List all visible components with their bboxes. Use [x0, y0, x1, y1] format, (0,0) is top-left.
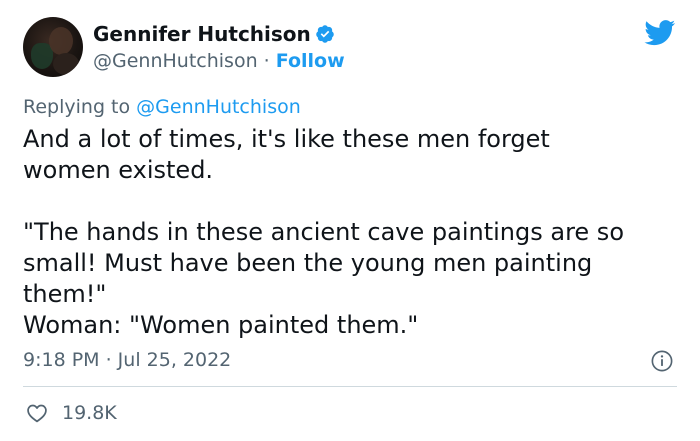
tweet-line: And a lot of times, it's like these men … — [23, 125, 550, 153]
tweet-card: Gennifer Hutchison @GennHutchison · Foll… — [0, 0, 700, 441]
tweet-line: "The hands in these ancient cave paintin… — [23, 218, 624, 246]
tweet-line: Woman: "Women painted them." — [23, 311, 419, 339]
tweet-text: And a lot of times, it's like these men … — [23, 124, 673, 341]
tweet-line: small! Must have been the young men pain… — [23, 249, 593, 277]
author-handle[interactable]: @GennHutchison — [93, 50, 258, 72]
author-name-row: Gennifer Hutchison — [93, 22, 335, 46]
follow-button[interactable]: Follow — [276, 50, 345, 72]
avatar[interactable] — [23, 17, 83, 77]
verified-badge-icon — [316, 25, 334, 43]
tweet-line: them!" — [23, 280, 107, 308]
tweet-timestamp[interactable]: 9:18 PM · Jul 25, 2022 — [23, 349, 231, 371]
replying-to-line: Replying to @GennHutchison — [23, 96, 301, 118]
info-icon[interactable] — [651, 350, 673, 372]
replying-to-prefix: Replying to — [23, 96, 137, 118]
like-action[interactable]: 19.8K — [26, 402, 117, 424]
tweet-line: women existed. — [23, 156, 214, 184]
like-count: 19.8K — [62, 402, 117, 424]
tweet-line-blank — [23, 186, 673, 217]
replying-to-handle[interactable]: @GennHutchison — [136, 96, 301, 118]
author-handle-row: @GennHutchison · Follow — [93, 50, 345, 72]
divider — [23, 386, 677, 387]
handle-separator: · — [257, 50, 276, 72]
heart-icon[interactable] — [26, 403, 48, 423]
twitter-bird-icon[interactable] — [644, 20, 676, 46]
author-display-name[interactable]: Gennifer Hutchison — [93, 22, 311, 46]
